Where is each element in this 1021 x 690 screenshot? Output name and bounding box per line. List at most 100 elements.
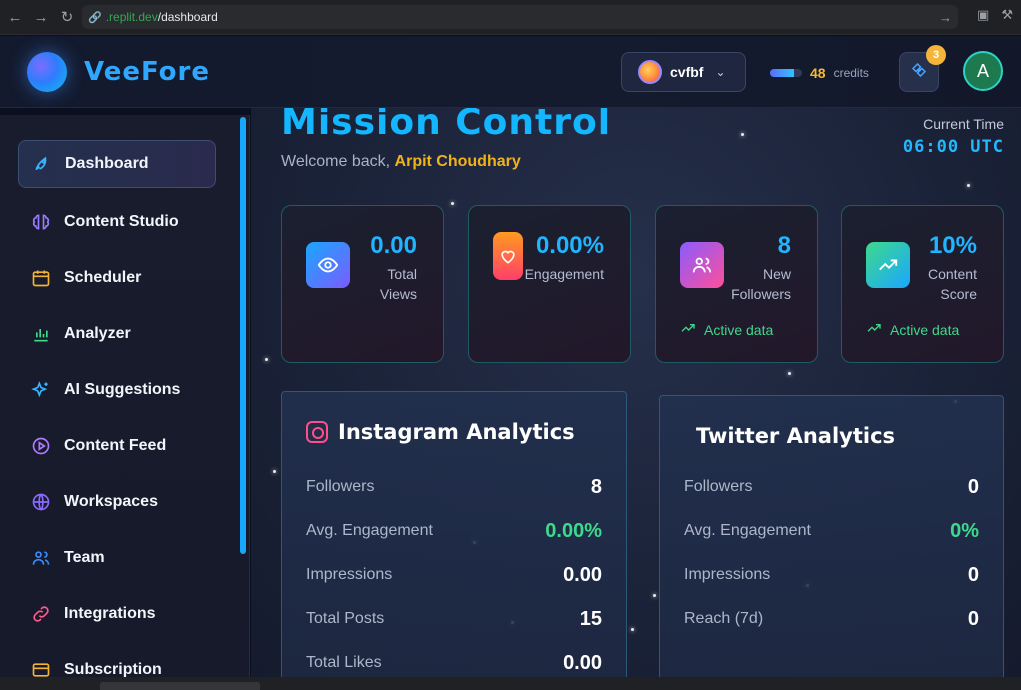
taskbar-tab[interactable] xyxy=(100,682,260,690)
metric-label: Avg. Engagement xyxy=(684,522,811,539)
credit-card-icon xyxy=(30,659,52,677)
sidebar-item-label: Content Feed xyxy=(64,437,167,454)
trending-up-icon xyxy=(680,320,696,339)
sidebar-item-integrations[interactable]: Integrations xyxy=(18,590,216,638)
stat-value: 8 xyxy=(777,232,791,259)
stat-card-new-followers[interactable]: 8 New Followers Active data xyxy=(655,205,818,363)
sidebar-item-scheduler[interactable]: Scheduler xyxy=(18,254,216,302)
stat-label-line: Views xyxy=(379,286,417,302)
url-path: /dashboard xyxy=(157,10,218,24)
play-circle-icon xyxy=(30,435,52,457)
credits-label: credits xyxy=(833,66,869,80)
trending-up-icon xyxy=(866,320,882,339)
sidebar-item-label: Subscription xyxy=(64,661,162,677)
sidebar-scrollbar[interactable] xyxy=(240,117,246,554)
wrench-icon[interactable]: ⚒ xyxy=(1001,7,1013,23)
chevron-down-icon: ⌄ xyxy=(715,65,726,79)
url-domain: .replit.dev xyxy=(105,10,158,24)
sidebar-item-label: Integrations xyxy=(64,605,156,622)
stat-card-engagement[interactable]: 0.00% Engagement xyxy=(468,205,631,363)
reload-icon[interactable]: ↻ xyxy=(54,4,80,30)
monitor-icon[interactable]: ▣ xyxy=(977,7,989,23)
current-time-value: 06:00 UTC xyxy=(902,137,1004,157)
sidebar-item-content-feed[interactable]: Content Feed xyxy=(18,422,216,470)
stat-label-line: Followers xyxy=(731,286,791,302)
app-header: VeeFore cvfbf ⌄ 48 credits 3 A xyxy=(0,36,1021,108)
stat-label: Total Views xyxy=(317,264,417,304)
star-decoration xyxy=(631,628,634,631)
sidebar-item-label: Analyzer xyxy=(64,325,131,342)
workspace-switcher-button[interactable]: cvfbf ⌄ xyxy=(621,52,746,92)
metric-value: 0.00 xyxy=(563,651,602,674)
metric-value: 15 xyxy=(579,607,602,630)
metric-row: Avg. Engagement 0.00% xyxy=(306,516,602,546)
metric-value: 0.00% xyxy=(545,519,602,542)
sparkles-icon xyxy=(30,379,52,401)
star-decoration xyxy=(265,358,268,361)
globe-icon xyxy=(30,491,52,513)
star-decoration xyxy=(741,133,744,136)
stat-label-line: Total xyxy=(387,266,417,282)
stat-value: 0.00 xyxy=(370,232,417,259)
sidebar-item-team[interactable]: Team xyxy=(18,534,216,582)
forward-icon[interactable]: → xyxy=(28,4,54,30)
sidebar-item-subscription[interactable]: Subscription xyxy=(18,646,216,677)
credits-indicator: 48 credits xyxy=(770,65,869,81)
back-icon[interactable]: ← xyxy=(2,4,28,30)
current-time-label: Current Time xyxy=(923,116,1004,132)
sidebar-item-dashboard[interactable]: Dashboard xyxy=(18,140,216,188)
stat-label-line: New xyxy=(762,266,791,282)
credits-progress-bar xyxy=(770,69,802,77)
sidebar-item-label: Scheduler xyxy=(64,269,142,286)
brand-name: VeeFore xyxy=(84,57,210,87)
metric-row: Avg. Engagement 0% xyxy=(684,516,979,546)
stat-value: 10% xyxy=(928,232,977,259)
star-decoration xyxy=(967,184,970,187)
browser-toolbar: ← → ↻ 🔗 .replit.dev /dashboard → ▣ ⚒ xyxy=(0,0,1021,35)
metric-value: 8 xyxy=(590,475,602,498)
sidebar-item-label: Workspaces xyxy=(64,493,158,510)
page-title: Mission Control xyxy=(281,108,612,143)
metric-label: Followers xyxy=(306,478,375,495)
sidebar-item-ai-suggestions[interactable]: AI Suggestions xyxy=(18,366,216,414)
metric-value: 0 xyxy=(967,475,979,498)
share-arrow-icon[interactable]: → xyxy=(939,10,952,25)
notification-badge: 3 xyxy=(926,45,946,65)
sidebar-item-label: Dashboard xyxy=(65,155,149,172)
metric-label: Total Likes xyxy=(306,654,382,671)
sidebar-item-analyzer[interactable]: Analyzer xyxy=(18,310,216,358)
panel-title: Instagram Analytics xyxy=(338,420,575,444)
panel-title: Twitter Analytics xyxy=(696,424,896,448)
metric-row: Impressions 0.00 xyxy=(306,560,602,590)
metric-row: Total Posts 15 xyxy=(306,604,602,634)
stat-footer: Active data xyxy=(866,320,959,339)
metric-row: Reach (7d) 0 xyxy=(684,604,979,634)
stat-value: 0.00% xyxy=(535,232,604,259)
notifications-button[interactable]: 3 xyxy=(899,45,946,92)
instagram-icon xyxy=(306,421,328,443)
stat-card-content-score[interactable]: 10% Content Score Active data xyxy=(841,205,1004,363)
sidebar-item-workspaces[interactable]: Workspaces xyxy=(18,478,216,526)
sidebar-item-content-studio[interactable]: Content Studio xyxy=(18,198,216,246)
star-decoration xyxy=(653,594,656,597)
link-icon: 🔗 xyxy=(88,11,102,24)
main-content: Mission Control Welcome back, Arpit Chou… xyxy=(251,108,1021,677)
metric-value: 0.00 xyxy=(563,563,602,586)
user-avatar[interactable]: A xyxy=(963,51,1003,91)
star-decoration xyxy=(788,372,791,375)
credits-progress-fill xyxy=(770,69,794,77)
instagram-analytics-panel: Instagram Analytics Followers 8 Avg. Eng… xyxy=(281,391,627,677)
workspace-name: cvfbf xyxy=(670,64,704,80)
stat-card-total-views[interactable]: 0.00 Total Views xyxy=(281,205,444,363)
metric-label: Avg. Engagement xyxy=(306,522,433,539)
twitter-analytics-panel: Twitter Analytics Followers 0 Avg. Engag… xyxy=(659,395,1004,677)
stat-footer-text: Active data xyxy=(890,321,960,338)
stat-label-line: Content xyxy=(927,266,977,282)
credits-value: 48 xyxy=(810,65,826,81)
star-decoration xyxy=(273,470,276,473)
user-name: Arpit Choudhary xyxy=(394,153,521,170)
link-icon xyxy=(30,603,52,625)
taskbar-strip xyxy=(0,677,1021,690)
brain-icon xyxy=(30,211,52,233)
address-bar[interactable]: 🔗 .replit.dev /dashboard → xyxy=(82,5,958,29)
